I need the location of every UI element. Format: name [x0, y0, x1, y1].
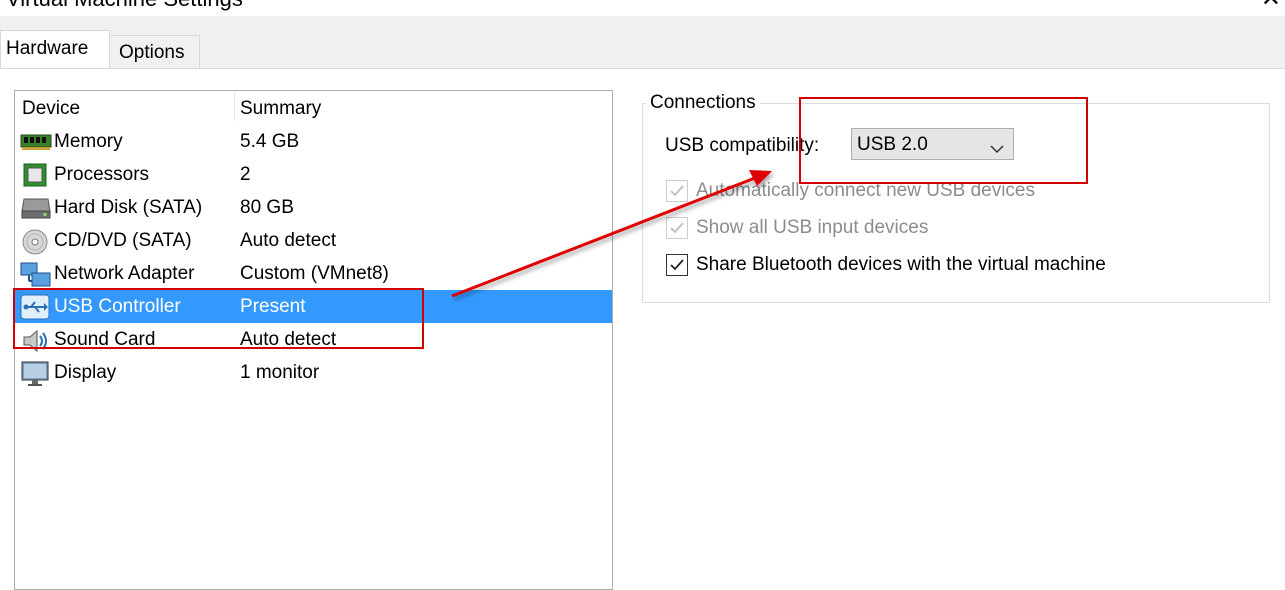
- annotation-arrow: [451, 170, 772, 298]
